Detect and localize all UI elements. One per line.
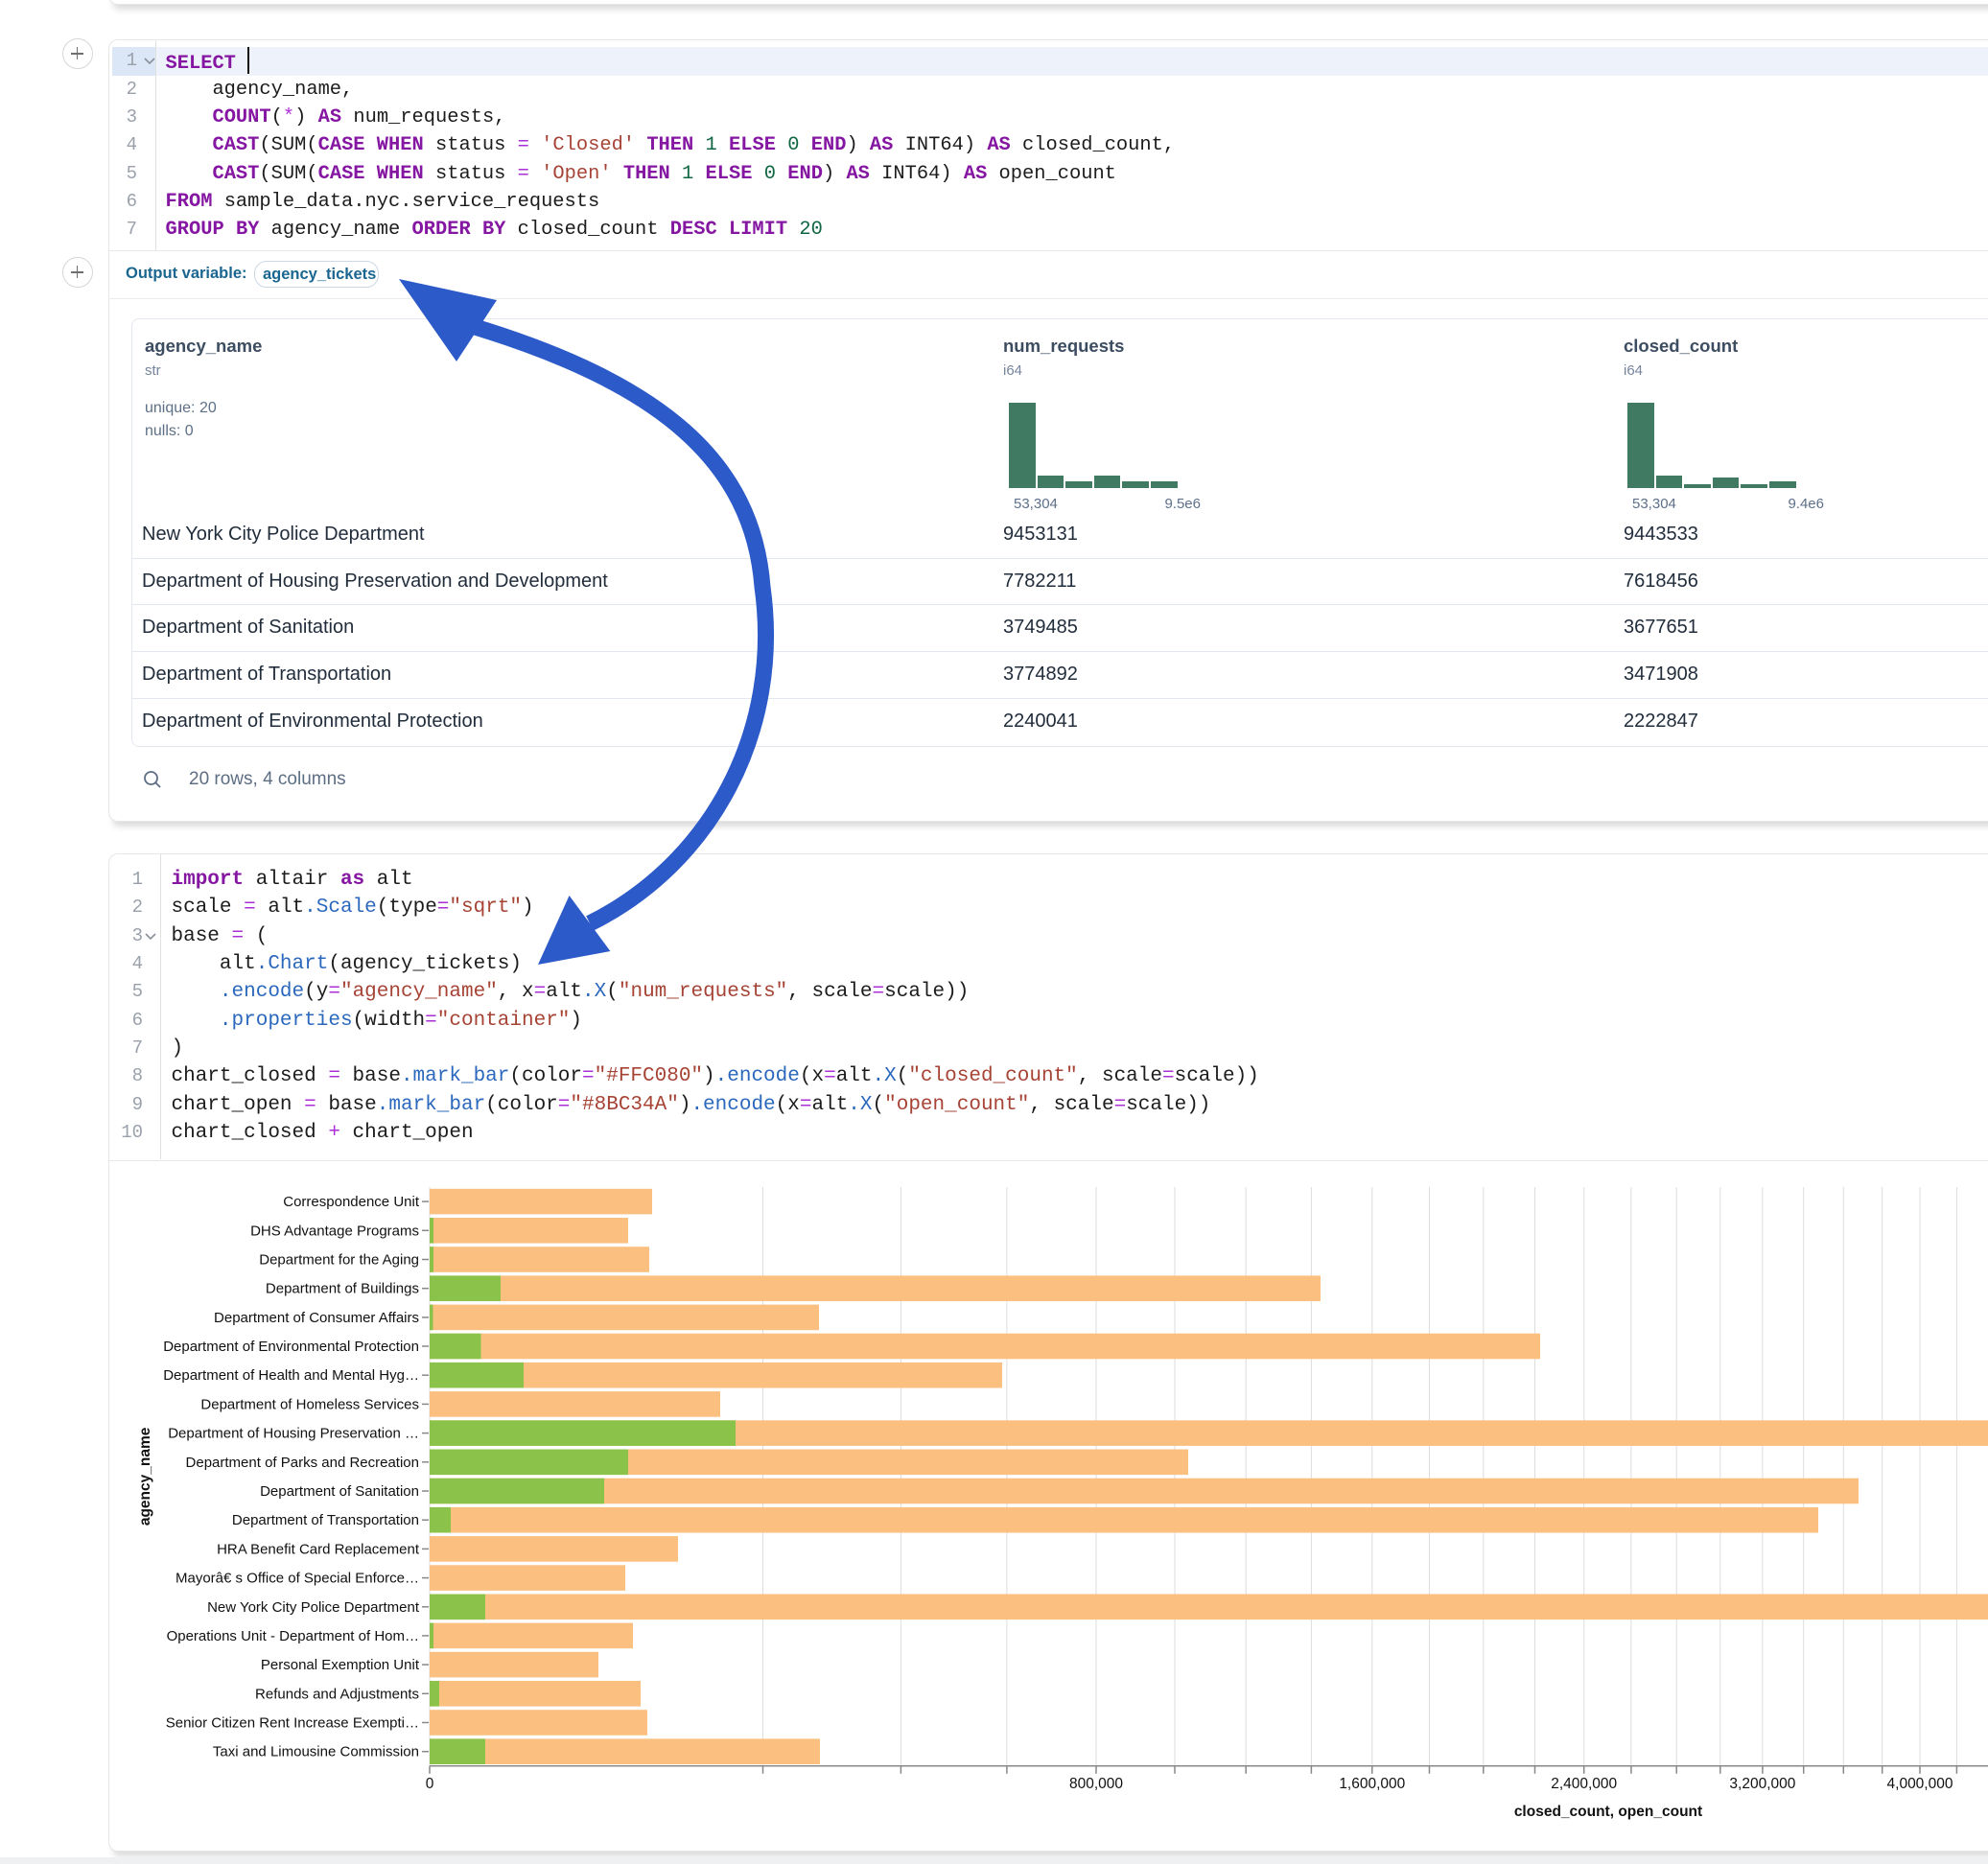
- svg-text:HRA Benefit Card Replacement: HRA Benefit Card Replacement: [217, 1541, 420, 1557]
- svg-text:Operations Unit - Department o: Operations Unit - Department of Hom…: [167, 1628, 419, 1644]
- svg-text:3,200,000: 3,200,000: [1729, 1776, 1795, 1792]
- svg-text:Department of Homeless Service: Department of Homeless Services: [200, 1396, 419, 1412]
- svg-text:4,000,000: 4,000,000: [1887, 1776, 1953, 1792]
- svg-text:Department of Buildings: Department of Buildings: [266, 1281, 419, 1297]
- svg-text:2,400,000: 2,400,000: [1551, 1776, 1617, 1792]
- svg-text:Department of Health and Menta: Department of Health and Mental Hyg…: [163, 1367, 419, 1384]
- svg-text:Department of Consumer Affairs: Department of Consumer Affairs: [214, 1310, 419, 1326]
- svg-text:Refunds and Adjustments: Refunds and Adjustments: [255, 1686, 419, 1702]
- svg-text:Personal Exemption Unit: Personal Exemption Unit: [261, 1657, 420, 1673]
- svg-text:Department of Sanitation: Department of Sanitation: [260, 1483, 419, 1500]
- svg-text:Department of Transportation: Department of Transportation: [232, 1512, 419, 1528]
- svg-text:Department for the Aging: Department for the Aging: [259, 1252, 419, 1269]
- svg-text:Senior Citizen Rent Increase E: Senior Citizen Rent Increase Exempti…: [166, 1715, 419, 1732]
- svg-text:Mayorâ€ s Office of Special En: Mayorâ€ s Office of Special Enforce…: [175, 1571, 419, 1587]
- svg-text:Department of Parks and Recrea: Department of Parks and Recreation: [186, 1455, 419, 1471]
- svg-text:closed_count, open_count: closed_count, open_count: [1514, 1804, 1702, 1820]
- svg-text:0: 0: [426, 1776, 434, 1792]
- svg-text:Taxi and Limousine Commission: Taxi and Limousine Commission: [213, 1744, 419, 1760]
- svg-text:800,000: 800,000: [1069, 1776, 1123, 1792]
- svg-text:1,600,000: 1,600,000: [1339, 1776, 1405, 1792]
- svg-text:Department of Environmental Pr: Department of Environmental Protection: [163, 1339, 419, 1355]
- svg-text:DHS Advantage Programs: DHS Advantage Programs: [250, 1223, 419, 1239]
- svg-text:Department of Housing Preserva: Department of Housing Preservation …: [168, 1426, 419, 1442]
- svg-text:Correspondence Unit: Correspondence Unit: [283, 1194, 420, 1210]
- svg-text:agency_name: agency_name: [137, 1427, 153, 1526]
- svg-text:New York City Police Departmen: New York City Police Department: [207, 1599, 420, 1616]
